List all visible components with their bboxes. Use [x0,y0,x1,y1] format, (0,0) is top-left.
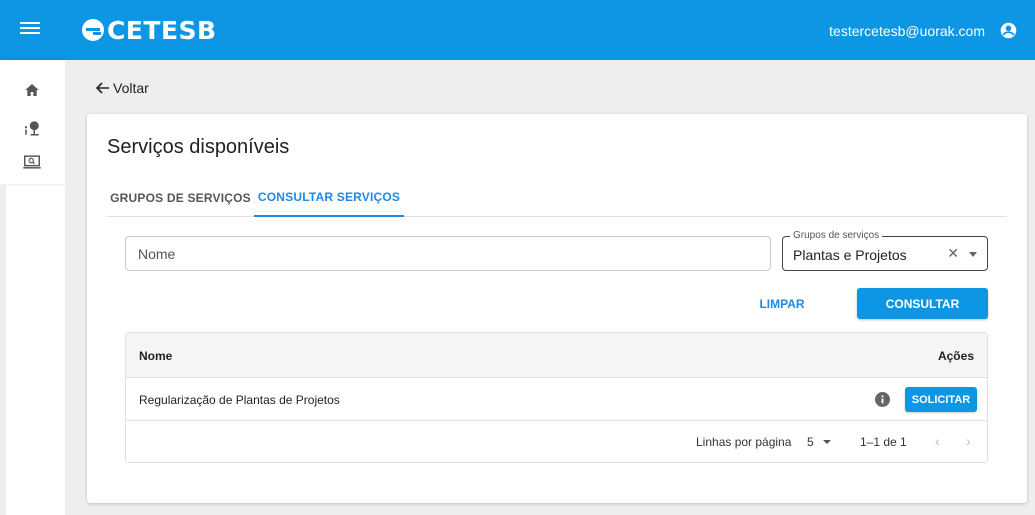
logo[interactable]: CETESB [82,14,217,46]
logo-mark-icon [82,19,104,41]
info-icon[interactable] [875,392,890,407]
tree-info-icon [24,121,39,136]
clear-button[interactable]: LIMPAR [742,289,822,319]
clear-select-icon[interactable]: ✕ [947,245,959,262]
monitor-search-icon [23,155,41,169]
table-header: Nome Ações [126,333,987,378]
tabs: GRUPOS DE SERVIÇOS CONSULTAR SERVIÇOS [107,178,1007,217]
service-group-select[interactable]: Grupos de serviços Plantas e Projetos ✕ [782,230,988,271]
chevron-down-icon[interactable] [969,252,977,257]
table-row: Regularização de Plantas de Projetos SOL… [126,378,987,421]
next-page-icon[interactable]: › [966,433,971,449]
page-title: Serviços disponíveis [107,136,290,158]
previous-page-icon[interactable]: ‹ [935,433,940,449]
sidebar-item-home[interactable] [20,78,44,102]
logo-text: CETESB [107,15,217,45]
service-group-label: Grupos de serviços [790,230,883,241]
user-email[interactable]: testercetesb@uorak.com [829,23,985,39]
column-header-actions: Ações [937,349,974,363]
rows-per-page-select[interactable]: 5 [807,435,814,449]
rows-per-page-chevron-icon[interactable] [823,440,831,444]
app-header: CETESB testercetesb@uorak.com [0,0,1035,60]
rows-per-page-label: Linhas por página [696,435,792,449]
search-button[interactable]: CONSULTAR [857,288,988,319]
sidebar [0,60,65,184]
name-search-input[interactable] [125,236,771,271]
sidebar-item-consult[interactable] [20,150,44,174]
back-label: Voltar [113,80,149,96]
services-table: Nome Ações Regularização de Plantas de P… [125,332,988,463]
page-range: 1–1 de 1 [860,435,907,449]
request-button[interactable]: SOLICITAR [905,387,977,412]
pagination: Linhas por página 5 1–1 de 1 ‹ › [126,421,987,462]
home-icon [25,84,39,96]
tab-consultar-servicos[interactable]: CONSULTAR SERVIÇOS [254,178,404,217]
column-header-name: Nome [139,349,173,363]
tab-grupos-servicos[interactable]: GRUPOS DE SERVIÇOS [107,178,254,217]
back-button[interactable]: Voltar [96,80,149,96]
sidebar-item-services[interactable] [20,116,44,140]
service-name: Regularização de Plantas de Projetos [139,393,340,407]
content-strip [0,184,6,515]
user-account-icon[interactable] [1000,22,1017,39]
service-group-value: Plantas e Projetos [793,247,907,263]
arrow-left-icon [96,82,109,94]
menu-icon[interactable] [20,22,40,38]
